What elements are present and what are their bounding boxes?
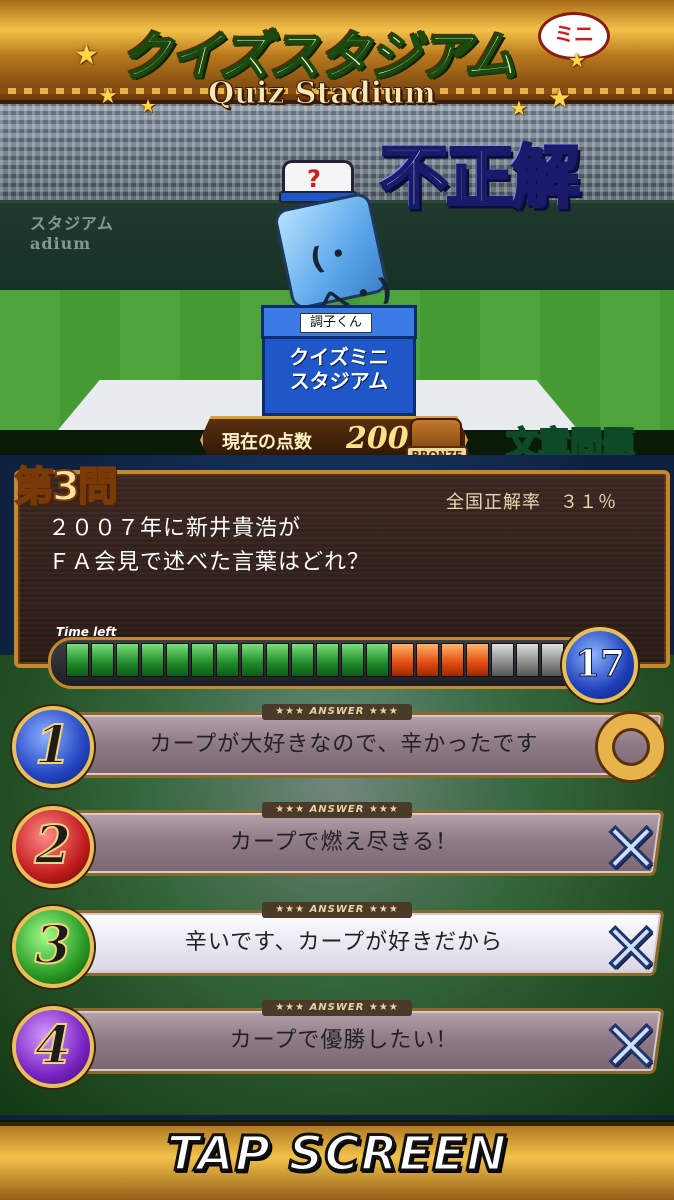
time-tick bbox=[416, 643, 439, 677]
time-tick bbox=[491, 643, 514, 677]
time-tick bbox=[441, 643, 464, 677]
star-icon: ★ bbox=[568, 48, 586, 72]
answer-tag: ★★★ ANSWER ★★★ bbox=[262, 902, 412, 918]
time-tick bbox=[216, 643, 239, 677]
answer-option-3[interactable]: ★★★ ANSWER ★★★ 辛いです、カープが好きだから bbox=[59, 902, 665, 976]
time-ticks bbox=[66, 643, 564, 677]
answer-number-1[interactable]: 1 bbox=[12, 706, 94, 788]
answer-text: 辛いです、カープが好きだから bbox=[184, 930, 504, 955]
answer-tag: ★★★ ANSWER ★★★ bbox=[262, 1000, 412, 1016]
time-tick bbox=[516, 643, 539, 677]
mascot-character: (・へ・) bbox=[272, 190, 396, 321]
star-icon: ★ bbox=[548, 84, 572, 114]
time-tick bbox=[91, 643, 114, 677]
time-tick bbox=[141, 643, 164, 677]
time-tick bbox=[541, 643, 564, 677]
score-value: 200 bbox=[346, 421, 409, 456]
quiz-box-lid: 調子くん bbox=[261, 305, 417, 339]
time-tick bbox=[266, 643, 289, 677]
question-number: 第3問 bbox=[13, 463, 119, 511]
time-tick bbox=[366, 643, 389, 677]
answer-tag: ★★★ ANSWER ★★★ bbox=[262, 704, 412, 720]
quiz-box: 調子くん クイズミニ スタジアム bbox=[261, 305, 417, 416]
wall-logo-text: スタジアム bbox=[30, 214, 114, 233]
timer-count: 17 bbox=[562, 627, 638, 703]
logo-en: Quiz Stadium bbox=[208, 76, 437, 112]
answer-number-4[interactable]: 4 bbox=[12, 1006, 94, 1088]
answer-text: カープで優勝したい！ bbox=[229, 1028, 459, 1053]
wrong-mark-icon: ✕ bbox=[600, 908, 662, 990]
time-tick bbox=[166, 643, 189, 677]
result-incorrect: 不正解 bbox=[378, 138, 581, 220]
star-icon: ★ bbox=[140, 96, 157, 117]
time-tick bbox=[391, 643, 414, 677]
answer-text: カープが大好きなので、辛かったです bbox=[149, 732, 539, 757]
time-tick bbox=[241, 643, 264, 677]
quiz-box-logo: クイズミニ スタジアム bbox=[289, 345, 389, 393]
correct-mark-icon bbox=[598, 714, 664, 780]
wrong-mark-icon: ✕ bbox=[600, 1006, 662, 1088]
score-label: 現在の点数 bbox=[222, 432, 312, 453]
time-tick bbox=[466, 643, 489, 677]
answer-option-1[interactable]: ★★★ ANSWER ★★★ カープが大好きなので、辛かったです bbox=[59, 704, 665, 778]
wall-logo: スタジアム adium bbox=[0, 210, 114, 253]
star-icon: ★ bbox=[98, 84, 118, 109]
tap-screen-label[interactable]: TAP SCREEN bbox=[0, 1125, 674, 1184]
time-tick bbox=[291, 643, 314, 677]
national-correct-rate: 全国正解率 ３１％ bbox=[446, 492, 617, 513]
time-tick bbox=[191, 643, 214, 677]
wall-logo-sub: adium bbox=[30, 234, 92, 253]
answer-text: カープで燃え尽きる！ bbox=[229, 830, 459, 855]
answer-option-2[interactable]: ★★★ ANSWER ★★★ カープで燃え尽きる！ bbox=[59, 802, 665, 876]
star-icon: ★ bbox=[510, 96, 528, 120]
mascot-name-label: 調子くん bbox=[300, 313, 372, 333]
answer-number-3[interactable]: 3 bbox=[12, 906, 94, 988]
answer-option-4[interactable]: ★★★ ANSWER ★★★ カープで優勝したい！ bbox=[59, 1000, 665, 1074]
time-tick bbox=[316, 643, 339, 677]
question-mark-icon: ? bbox=[307, 165, 321, 193]
quiz-screen[interactable]: { "header": { "logo_jp": "クイズスタジアム", "lo… bbox=[0, 0, 674, 1200]
time-tick bbox=[66, 643, 89, 677]
star-icon: ★ bbox=[74, 38, 100, 71]
time-tick bbox=[341, 643, 364, 677]
time-tick bbox=[116, 643, 139, 677]
wrong-mark-icon: ✕ bbox=[600, 808, 662, 890]
question-text: ２００７年に新井貴浩が ＦＡ会見で述べた言葉はどれ？ bbox=[48, 516, 371, 575]
answer-number-2[interactable]: 2 bbox=[12, 806, 94, 888]
mascot-hat: ? bbox=[279, 160, 357, 203]
answer-tag: ★★★ ANSWER ★★★ bbox=[262, 802, 412, 818]
